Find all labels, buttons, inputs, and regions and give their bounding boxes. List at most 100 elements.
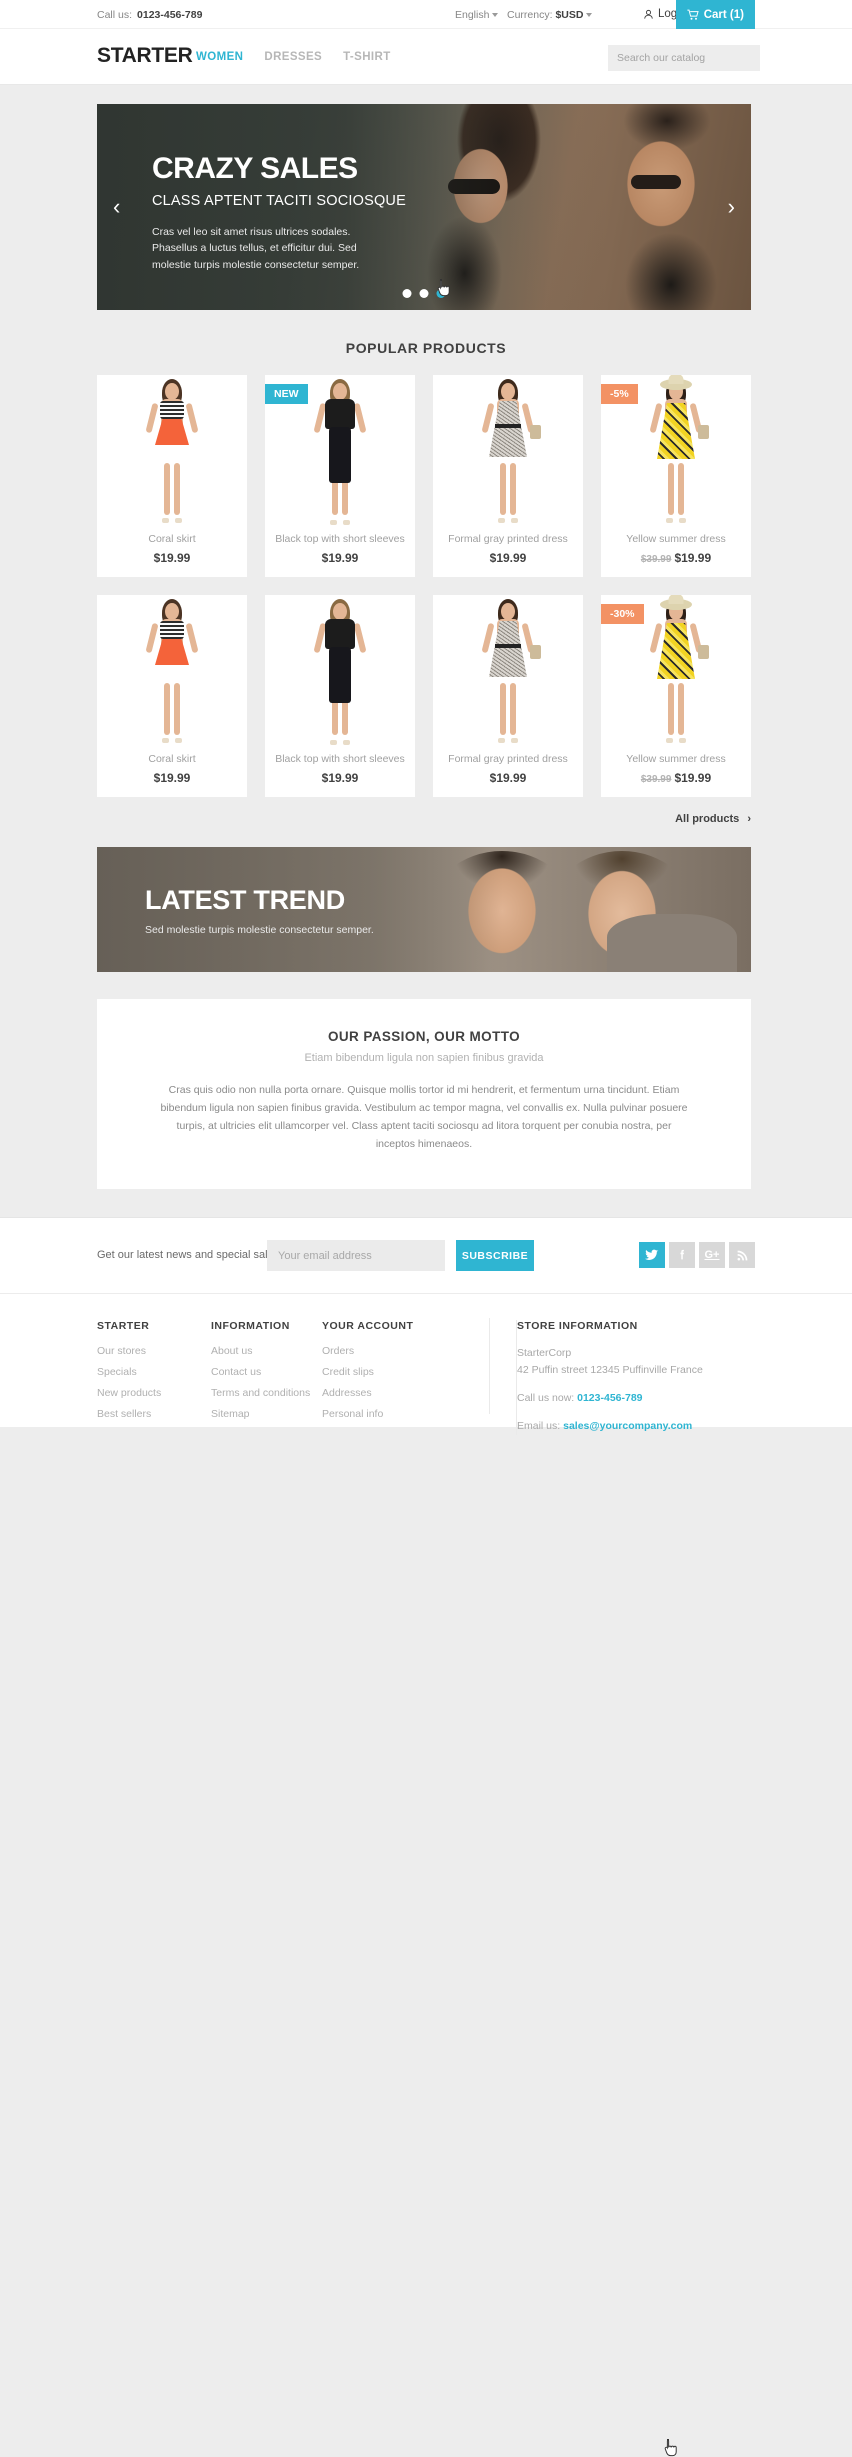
user-icon <box>644 9 653 19</box>
product-price: $19.99 <box>489 551 527 565</box>
product-card[interactable]: -30% Yellow summer dress $39.99 $19.99 <box>601 595 751 797</box>
product-badge-discount: -30% <box>601 604 644 624</box>
footer-column-store-information: STORE INFORMATION StarterCorp 42 Puffin … <box>516 1320 703 1435</box>
product-grid-row-1: Coral skirt $19.99 NEW Black top with sh… <box>97 375 751 577</box>
facebook-icon[interactable] <box>669 1242 695 1269</box>
twitter-icon[interactable] <box>639 1242 665 1269</box>
cart-icon <box>687 9 699 20</box>
hero-carousel[interactable]: CRAZY SALES CLASS APTENT TACITI SOCIOSQU… <box>97 104 751 310</box>
product-new-price: $19.99 <box>674 551 712 565</box>
store-phone-label: Call us now: <box>517 1391 575 1404</box>
footer-link[interactable]: Orders <box>322 1345 413 1357</box>
footer-link[interactable]: Our stores <box>97 1345 161 1357</box>
product-card[interactable]: Coral skirt $19.99 <box>97 595 247 797</box>
all-products-label: All products <box>675 813 740 825</box>
footer-column-your-account: YOUR ACCOUNT Orders Credit slips Address… <box>322 1320 413 1429</box>
google-plus-label: G+ <box>704 1249 720 1262</box>
carousel-subtitle: CLASS APTENT TACITI SOCIOSQUE <box>152 193 406 209</box>
all-products-link[interactable]: All products › <box>97 813 751 825</box>
chevron-right-icon: › <box>747 813 751 825</box>
motto-body: Cras quis odio non nulla porta ornare. Q… <box>160 1084 688 1150</box>
product-price: $19.99 <box>321 771 359 785</box>
carousel-title: CRAZY SALES <box>152 152 358 185</box>
latest-trend-banner[interactable]: LATEST TREND Sed molestie turpis molesti… <box>97 847 751 972</box>
language-selector[interactable]: English <box>455 9 499 21</box>
subscribe-button[interactable]: SUBSCRIBE <box>456 1240 534 1272</box>
product-old-price: $39.99 <box>640 774 672 785</box>
product-badge-discount: -5% <box>601 384 638 404</box>
cart-label: Cart (1) <box>703 8 744 21</box>
social-links: G+ <box>639 1242 755 1269</box>
footer-column-title: STARTER <box>97 1320 150 1333</box>
product-price: $19.99 <box>321 551 359 565</box>
product-card[interactable]: Formal gray printed dress $19.99 <box>433 375 583 577</box>
product-grid-row-2: Coral skirt $19.99 Black top with short … <box>97 595 751 797</box>
product-card[interactable]: NEW Black top with short sleeves $19.99 <box>265 375 415 577</box>
motto-block: OUR PASSION, OUR MOTTO Etiam bibendum li… <box>97 999 751 1190</box>
footer-link[interactable]: About us <box>211 1345 310 1357</box>
rss-feed-icon <box>737 1250 747 1261</box>
product-card[interactable]: Coral skirt $19.99 <box>97 375 247 577</box>
footer-column-starter: STARTER Our stores Specials New products… <box>97 1320 161 1429</box>
store-email-line: Email us: sales@yourcompany.com <box>517 1418 703 1435</box>
footer-link[interactable]: New products <box>97 1387 161 1399</box>
product-card[interactable]: Formal gray printed dress $19.99 <box>433 595 583 797</box>
product-price: $19.99 <box>153 771 191 785</box>
currency-label: Currency: <box>507 9 553 21</box>
product-name: Yellow summer dress <box>626 753 726 765</box>
nav-item-tshirt[interactable]: T-SHIRT <box>343 51 391 63</box>
carousel-next-button[interactable]: › <box>728 194 735 220</box>
store-email-label: Email us: <box>517 1419 561 1432</box>
product-name: Black top with short sleeves <box>275 533 405 545</box>
product-name: Formal gray printed dress <box>448 533 568 545</box>
call-us: Call us: 0123-456-789 <box>97 9 202 21</box>
store-email-value[interactable]: sales@yourcompany.com <box>563 1420 692 1432</box>
product-price: $19.99 <box>153 551 191 565</box>
product-card[interactable]: -5% Yellow summer dress $39.99 $19.99 <box>601 375 751 577</box>
footer-link[interactable]: Personal info <box>322 1408 413 1420</box>
store-phone-line: Call us now: 0123-456-789 <box>517 1390 703 1407</box>
carousel-dots <box>402 289 446 298</box>
call-us-phone: 0123-456-789 <box>137 9 203 21</box>
main-header: STARTER WOMEN DRESSES T-SHIRT <box>0 29 852 85</box>
page-root: Call us: 0123-456-789 English Currency: $… <box>0 0 852 2457</box>
cart-button[interactable]: Cart (1) <box>675 0 755 29</box>
newsletter-label: Get our latest news and special sales <box>97 1249 280 1262</box>
carousel-dot-1[interactable] <box>402 289 412 298</box>
trend-caption: LATEST TREND Sed molestie turpis molesti… <box>145 885 374 936</box>
primary-nav: WOMEN DRESSES T-SHIRT <box>196 51 391 63</box>
mouse-cursor-pointer <box>664 2439 677 2457</box>
nav-item-women[interactable]: WOMEN <box>196 51 243 63</box>
footer-divider <box>489 1318 490 1415</box>
search-input[interactable] <box>617 52 752 64</box>
store-phone-value[interactable]: 0123-456-789 <box>577 1392 642 1404</box>
search-box[interactable] <box>608 45 760 71</box>
footer-column-title: INFORMATION <box>211 1320 290 1333</box>
chevron-down-icon <box>492 13 499 18</box>
footer-link[interactable]: Best sellers <box>97 1408 161 1420</box>
footer-link[interactable]: Sitemap <box>211 1408 310 1420</box>
store-company: StarterCorp <box>517 1347 572 1360</box>
store-address: 42 Puffin street 12345 Puffinville Franc… <box>517 1364 703 1377</box>
currency-selector[interactable]: Currency: $USD <box>507 9 593 21</box>
product-image <box>265 595 415 747</box>
carousel-dot-3[interactable] <box>436 289 446 298</box>
rss-icon[interactable] <box>729 1242 755 1269</box>
carousel-dot-2[interactable] <box>419 289 429 298</box>
product-card[interactable]: Black top with short sleeves $19.99 <box>265 595 415 797</box>
site-logo[interactable]: STARTER <box>97 44 193 68</box>
carousel-caption: CRAZY SALES CLASS APTENT TACITI SOCIOSQU… <box>152 154 482 273</box>
carousel-prev-button[interactable]: ‹ <box>113 194 120 220</box>
google-plus-icon[interactable]: G+ <box>699 1242 725 1269</box>
language-label: English <box>455 9 490 21</box>
product-name: Yellow summer dress <box>626 533 726 545</box>
trend-subtitle: Sed molestie turpis molestie consectetur… <box>145 924 374 936</box>
footer-column-information: INFORMATION About us Contact us Terms an… <box>211 1320 310 1429</box>
footer-link[interactable]: Addresses <box>322 1387 413 1399</box>
nav-item-dresses[interactable]: DRESSES <box>264 51 322 63</box>
footer-link[interactable]: Terms and conditions <box>211 1387 310 1399</box>
newsletter-email-input[interactable] <box>267 1240 445 1272</box>
footer: STARTER Our stores Specials New products… <box>0 1294 852 1435</box>
product-image <box>433 595 583 747</box>
top-bar: Call us: 0123-456-789 English Currency: $… <box>0 0 852 29</box>
